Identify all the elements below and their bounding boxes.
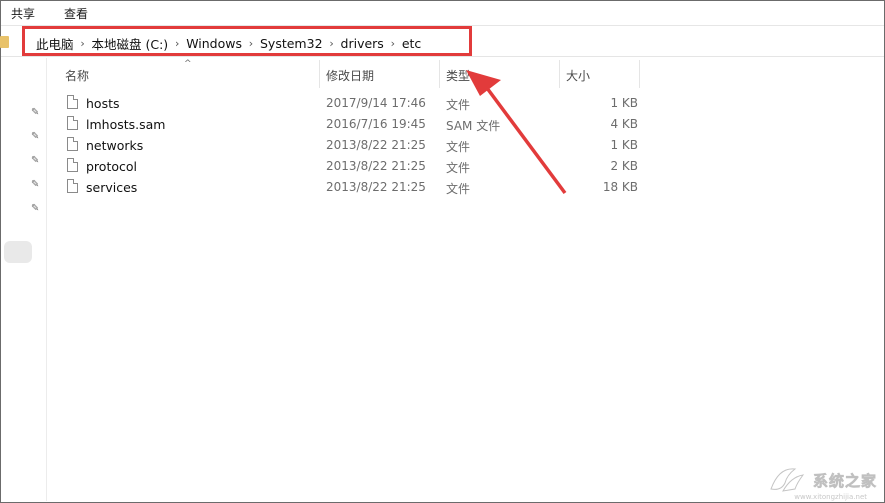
pin-icon[interactable]: ✎ bbox=[31, 132, 41, 142]
annotation-highlight-box bbox=[22, 26, 472, 56]
column-header-date[interactable]: 修改日期 bbox=[326, 67, 374, 84]
file-type: SAM 文件 bbox=[446, 119, 501, 133]
file-row[interactable]: networks 2013/8/22 21:25 文件 1 KB bbox=[58, 135, 638, 156]
file-type: 文件 bbox=[446, 98, 471, 112]
file-size: 4 KB bbox=[610, 117, 638, 131]
file-name: services bbox=[86, 180, 138, 195]
pin-icon[interactable]: ✎ bbox=[31, 204, 41, 214]
column-divider[interactable] bbox=[559, 60, 560, 88]
file-date: 2013/8/22 21:25 bbox=[326, 138, 426, 152]
navigation-pane: ✎ ✎ ✎ ✎ ✎ bbox=[1, 58, 47, 501]
file-row[interactable]: lmhosts.sam 2016/7/16 19:45 SAM 文件 4 KB bbox=[58, 114, 638, 135]
column-divider[interactable] bbox=[439, 60, 440, 88]
ribbon-tab-view[interactable]: 查看 bbox=[64, 5, 88, 22]
pin-icon[interactable]: ✎ bbox=[31, 108, 41, 118]
file-icon bbox=[67, 137, 78, 151]
file-size: 18 KB bbox=[602, 180, 638, 194]
file-name: networks bbox=[86, 138, 144, 153]
file-icon bbox=[67, 116, 78, 130]
file-date: 2017/9/14 17:46 bbox=[326, 96, 426, 110]
watermark: 系统之家 bbox=[765, 463, 877, 497]
column-header-name[interactable]: 名称 bbox=[65, 67, 89, 84]
column-header-type[interactable]: 类型 bbox=[446, 67, 470, 84]
file-name: protocol bbox=[86, 159, 137, 174]
nav-scroll-thumb[interactable] bbox=[4, 241, 32, 263]
file-date: 2013/8/22 21:25 bbox=[326, 159, 426, 173]
column-divider[interactable] bbox=[639, 60, 640, 88]
watermark-url: www.xitongzhijia.net bbox=[794, 493, 867, 501]
file-icon bbox=[67, 179, 78, 193]
pin-icon[interactable]: ✎ bbox=[31, 156, 41, 166]
sort-caret-icon: ^ bbox=[184, 59, 192, 69]
file-list: hosts 2017/9/14 17:46 文件 1 KB lmhosts.sa… bbox=[58, 93, 638, 198]
explorer-window bbox=[0, 0, 885, 503]
watermark-logo bbox=[770, 468, 805, 492]
column-divider[interactable] bbox=[319, 60, 320, 88]
file-row[interactable]: hosts 2017/9/14 17:46 文件 1 KB bbox=[58, 93, 638, 114]
file-name: hosts bbox=[86, 96, 120, 111]
file-icon bbox=[67, 95, 78, 109]
file-name: lmhosts.sam bbox=[86, 117, 166, 132]
ribbon-bar: 共享 查看 bbox=[1, 1, 884, 26]
pin-icon[interactable]: ✎ bbox=[31, 180, 41, 190]
file-size: 1 KB bbox=[610, 96, 638, 110]
watermark-text: 系统之家 bbox=[812, 471, 877, 490]
file-icon bbox=[67, 158, 78, 172]
file-type: 文件 bbox=[446, 140, 471, 154]
file-type: 文件 bbox=[446, 161, 471, 175]
folder-icon bbox=[0, 36, 9, 48]
ribbon-tab-share[interactable]: 共享 bbox=[11, 5, 35, 22]
file-size: 1 KB bbox=[610, 138, 638, 152]
file-date: 2016/7/16 19:45 bbox=[326, 117, 426, 131]
file-row[interactable]: services 2013/8/22 21:25 文件 18 KB bbox=[58, 177, 638, 198]
file-date: 2013/8/22 21:25 bbox=[326, 180, 426, 194]
column-header-size[interactable]: 大小 bbox=[566, 67, 590, 84]
file-row[interactable]: protocol 2013/8/22 21:25 文件 2 KB bbox=[58, 156, 638, 177]
file-size: 2 KB bbox=[610, 159, 638, 173]
file-type: 文件 bbox=[446, 182, 471, 196]
